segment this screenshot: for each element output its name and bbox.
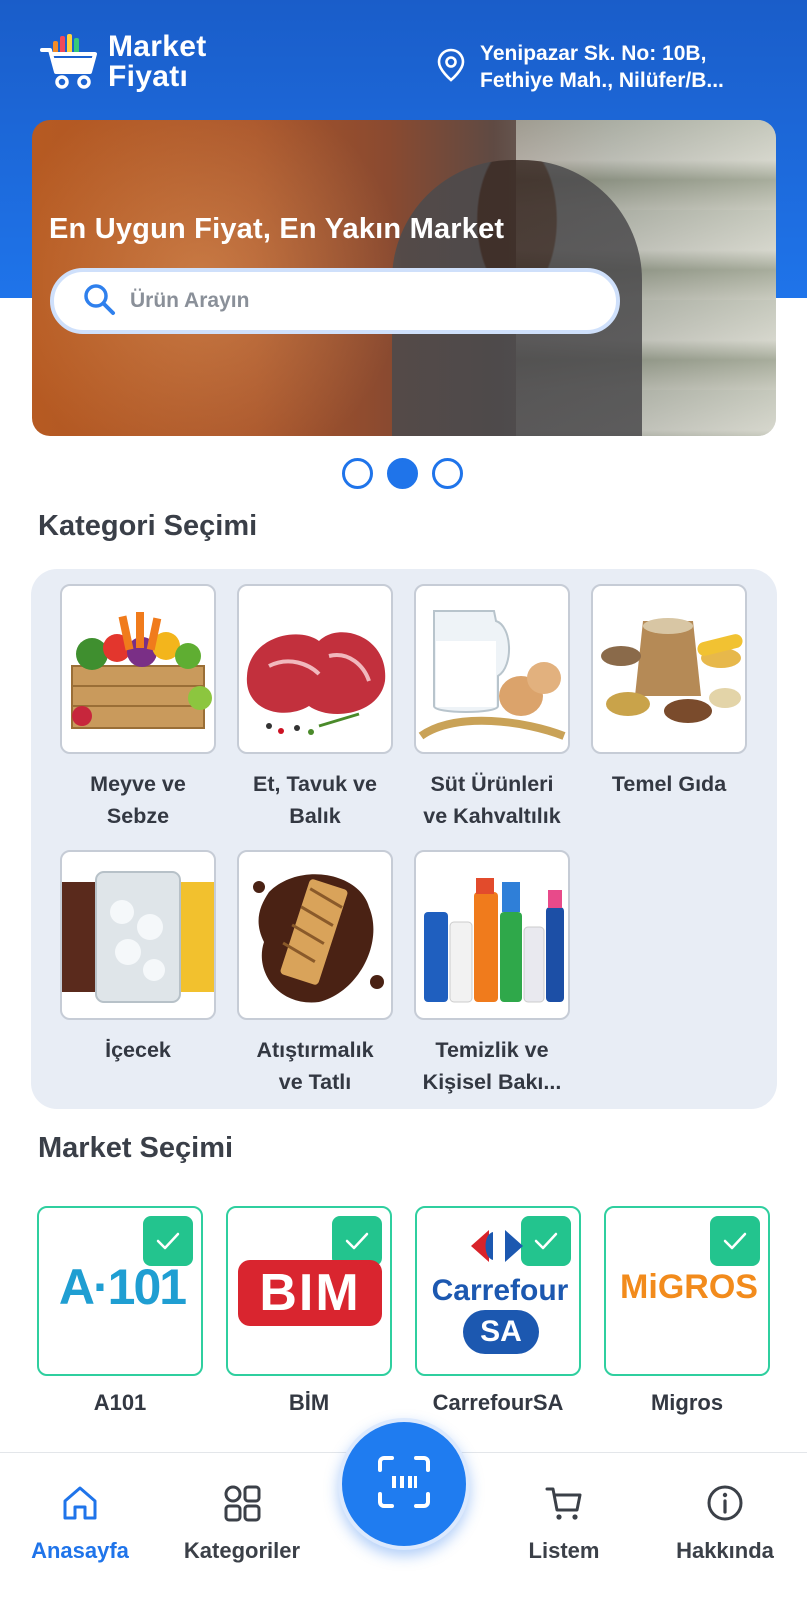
- wafer-chocolate-image: [237, 850, 393, 1020]
- drinks-image: [60, 850, 216, 1020]
- logo-text-line2: Fiyatı: [108, 60, 189, 93]
- tab-about[interactable]: Hakkında: [650, 1483, 800, 1564]
- grains-image: [591, 584, 747, 754]
- category-label-line1: Süt Ürünleri: [430, 772, 554, 796]
- market-a101[interactable]: A·101 A101: [37, 1206, 203, 1416]
- a101-logo: A·101: [58, 1259, 187, 1315]
- tab-home-label: Anasayfa: [31, 1538, 129, 1563]
- banner-title: En Uygun Fiyat, En Yakın Market: [49, 213, 505, 245]
- category-drinks[interactable]: İçecek: [60, 850, 216, 1066]
- category-label-line2: Sebze: [106, 804, 170, 828]
- category-fruit-vegetable[interactable]: Meyve ve Sebze: [60, 584, 216, 832]
- carrefour-emblem-icon: [467, 1226, 527, 1271]
- category-cleaning-personal-care[interactable]: Temizlik ve Kişisel Bakı...: [414, 850, 570, 1098]
- barcode-scan-button[interactable]: [338, 1418, 470, 1550]
- location-address-line1: Yenipazar Sk. No: 10B,: [480, 42, 707, 65]
- fruit-vegetable-image: [60, 584, 216, 754]
- bim-logo: BIM: [238, 1260, 382, 1326]
- tab-about-label: Hakkında: [676, 1538, 774, 1563]
- market-migros[interactable]: MiGROS Migros: [604, 1206, 770, 1416]
- market-carrefoursa[interactable]: Carrefour SA CarrefourSA: [415, 1206, 581, 1416]
- search-input[interactable]: Ürün Arayın: [50, 268, 620, 334]
- selected-check-icon[interactable]: [332, 1216, 382, 1266]
- carousel-dot-2-active[interactable]: [387, 458, 418, 489]
- shopping-cart-logo-icon: [40, 32, 100, 92]
- tab-categories-label: Kategoriler: [183, 1538, 301, 1563]
- barcode-scan-icon: [376, 1454, 432, 1515]
- market-label: BİM: [288, 1390, 330, 1415]
- app-logo: Market Fiyatı: [40, 32, 207, 92]
- category-label-line2: Kişisel Bakı...: [422, 1070, 562, 1094]
- selected-check-icon[interactable]: [521, 1216, 571, 1266]
- category-label-line1: Meyve ve: [90, 772, 186, 796]
- logo-text-line1: Market: [108, 30, 207, 63]
- market-section-title: Market Seçimi: [38, 1132, 234, 1164]
- market-label: Migros: [650, 1390, 724, 1415]
- category-label-line2: ve Tatlı: [278, 1070, 352, 1094]
- category-label-line1: Atıştırmalık: [256, 1038, 374, 1062]
- location-pin-icon: [436, 48, 466, 87]
- category-label-line1: Temel Gıda: [611, 772, 727, 796]
- market-card[interactable]: Carrefour SA: [415, 1206, 581, 1376]
- category-label-line1: İçecek: [105, 1038, 171, 1062]
- carrefour-sa-badge: SA: [463, 1310, 539, 1354]
- migros-logo: MiGROS: [620, 1268, 758, 1306]
- grid-icon: [222, 1485, 262, 1527]
- category-panel: Meyve ve Sebze Et, Tavuk ve Balık Süt Ür…: [31, 569, 777, 1109]
- market-card[interactable]: MiGROS: [604, 1206, 770, 1376]
- category-label-line1: Temizlik ve: [435, 1038, 549, 1062]
- selected-check-icon[interactable]: [710, 1216, 760, 1266]
- search-icon: [82, 282, 116, 321]
- cart-icon: [544, 1487, 584, 1527]
- carrefour-logo-text: Carrefour: [431, 1274, 569, 1307]
- market-card[interactable]: BIM: [226, 1206, 392, 1376]
- category-section-title: Kategori Seçimi: [38, 510, 258, 542]
- search-placeholder: Ürün Arayın: [130, 289, 250, 312]
- location-address-line2: Fethiye Mah., Nilüfer/B...: [480, 69, 724, 92]
- tab-home[interactable]: Anasayfa: [5, 1483, 155, 1564]
- carousel-dot-3[interactable]: [432, 458, 463, 489]
- category-label-line2: ve Kahvaltılık: [423, 804, 561, 828]
- market-label: A101: [93, 1390, 147, 1415]
- cleaning-products-image: [414, 850, 570, 1020]
- tab-categories[interactable]: Kategoriler: [167, 1483, 317, 1564]
- tab-list[interactable]: Listem: [489, 1483, 639, 1564]
- category-label-line1: Et, Tavuk ve: [253, 772, 377, 796]
- category-meat-fish[interactable]: Et, Tavuk ve Balık: [237, 584, 393, 832]
- milk-eggs-image: [414, 584, 570, 754]
- category-snacks-sweets[interactable]: Atıştırmalık ve Tatlı: [237, 850, 393, 1098]
- market-bim[interactable]: BIM BİM: [226, 1206, 392, 1416]
- info-icon: [705, 1485, 745, 1527]
- category-basic-food[interactable]: Temel Gıda: [591, 584, 747, 800]
- category-dairy-breakfast[interactable]: Süt Ürünleri ve Kahvaltılık: [414, 584, 570, 832]
- home-icon: [60, 1486, 100, 1527]
- market-card[interactable]: A·101: [37, 1206, 203, 1376]
- market-label: CarrefourSA: [432, 1390, 564, 1415]
- location-selector[interactable]: Yenipazar Sk. No: 10B, Fethiye Mah., Nil…: [436, 40, 724, 94]
- meat-image: [237, 584, 393, 754]
- carousel-dot-1[interactable]: [342, 458, 373, 489]
- promo-banner[interactable]: En Uygun Fiyat, En Yakın Market Ürün Ara…: [32, 120, 776, 436]
- carousel-indicator: [342, 458, 463, 489]
- tab-list-label: Listem: [528, 1538, 600, 1563]
- category-label-line2: Balık: [289, 804, 341, 828]
